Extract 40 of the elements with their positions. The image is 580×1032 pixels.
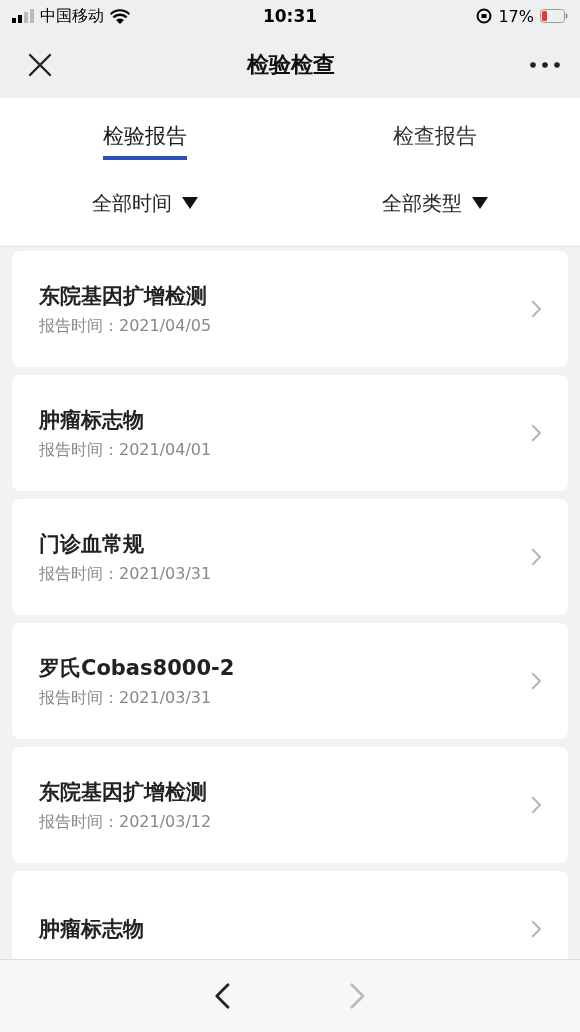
chevron-right-icon xyxy=(531,424,542,442)
report-card[interactable]: 东院基因扩增检测 报告时间：2021/03/12 xyxy=(12,747,568,863)
filter-dropdown[interactable]: 全部类型 xyxy=(290,188,580,218)
more-icon[interactable] xyxy=(530,62,560,68)
report-tab[interactable]: 检查报告 xyxy=(393,122,477,160)
filter-dropdown[interactable]: 全部时间 xyxy=(0,188,290,218)
chevron-left-icon xyxy=(214,982,231,1010)
report-title: 罗氏Cobas8000-2 xyxy=(39,654,236,682)
page-title: 检验检查 xyxy=(247,51,335,79)
report-card[interactable]: 肿瘤标志物 报告时间：2021/04/01 xyxy=(12,375,568,491)
report-date: 报告时间：2021/04/01 xyxy=(39,439,213,461)
report-card[interactable]: 门诊血常规 报告时间：2021/03/31 xyxy=(12,499,568,615)
chevron-right-icon xyxy=(531,672,542,690)
chevron-right-icon xyxy=(531,300,542,318)
report-date: 报告时间：2021/03/31 xyxy=(39,687,213,709)
chevron-right-icon xyxy=(531,548,542,566)
report-title: 东院基因扩增检测 xyxy=(39,282,208,310)
dropdown-triangle-icon xyxy=(182,197,198,209)
report-title: 东院基因扩增检测 xyxy=(39,778,208,806)
wifi-icon xyxy=(110,8,130,24)
dropdown-triangle-icon xyxy=(472,197,488,209)
battery-percent: 17% xyxy=(498,6,534,26)
report-date: 报告时间：2021/04/05 xyxy=(39,315,213,337)
report-card[interactable]: 东院基因扩增检测 报告时间：2021/04/05 xyxy=(12,251,568,367)
signal-icon xyxy=(12,9,34,23)
report-title: 门诊血常规 xyxy=(39,530,145,558)
report-date: 报告时间：2021/03/12 xyxy=(39,811,213,833)
close-icon[interactable] xyxy=(28,53,52,77)
clock-time: 10:31 xyxy=(262,6,318,26)
carrier-name: 中国移动 xyxy=(40,5,104,27)
battery-icon xyxy=(540,9,568,23)
report-title: 肿瘤标志物 xyxy=(39,916,145,943)
report-card[interactable]: 罗氏Cobas8000-2 报告时间：2021/03/31 xyxy=(12,623,568,739)
chevron-right-icon xyxy=(349,982,366,1010)
report-date: 报告时间：2021/03/31 xyxy=(39,563,213,585)
rotation-lock-icon xyxy=(476,8,493,24)
report-title: 肿瘤标志物 xyxy=(39,406,145,434)
report-card[interactable]: 肿瘤标志物 xyxy=(12,871,568,959)
chevron-right-icon xyxy=(531,796,542,814)
chevron-right-icon xyxy=(531,920,542,938)
